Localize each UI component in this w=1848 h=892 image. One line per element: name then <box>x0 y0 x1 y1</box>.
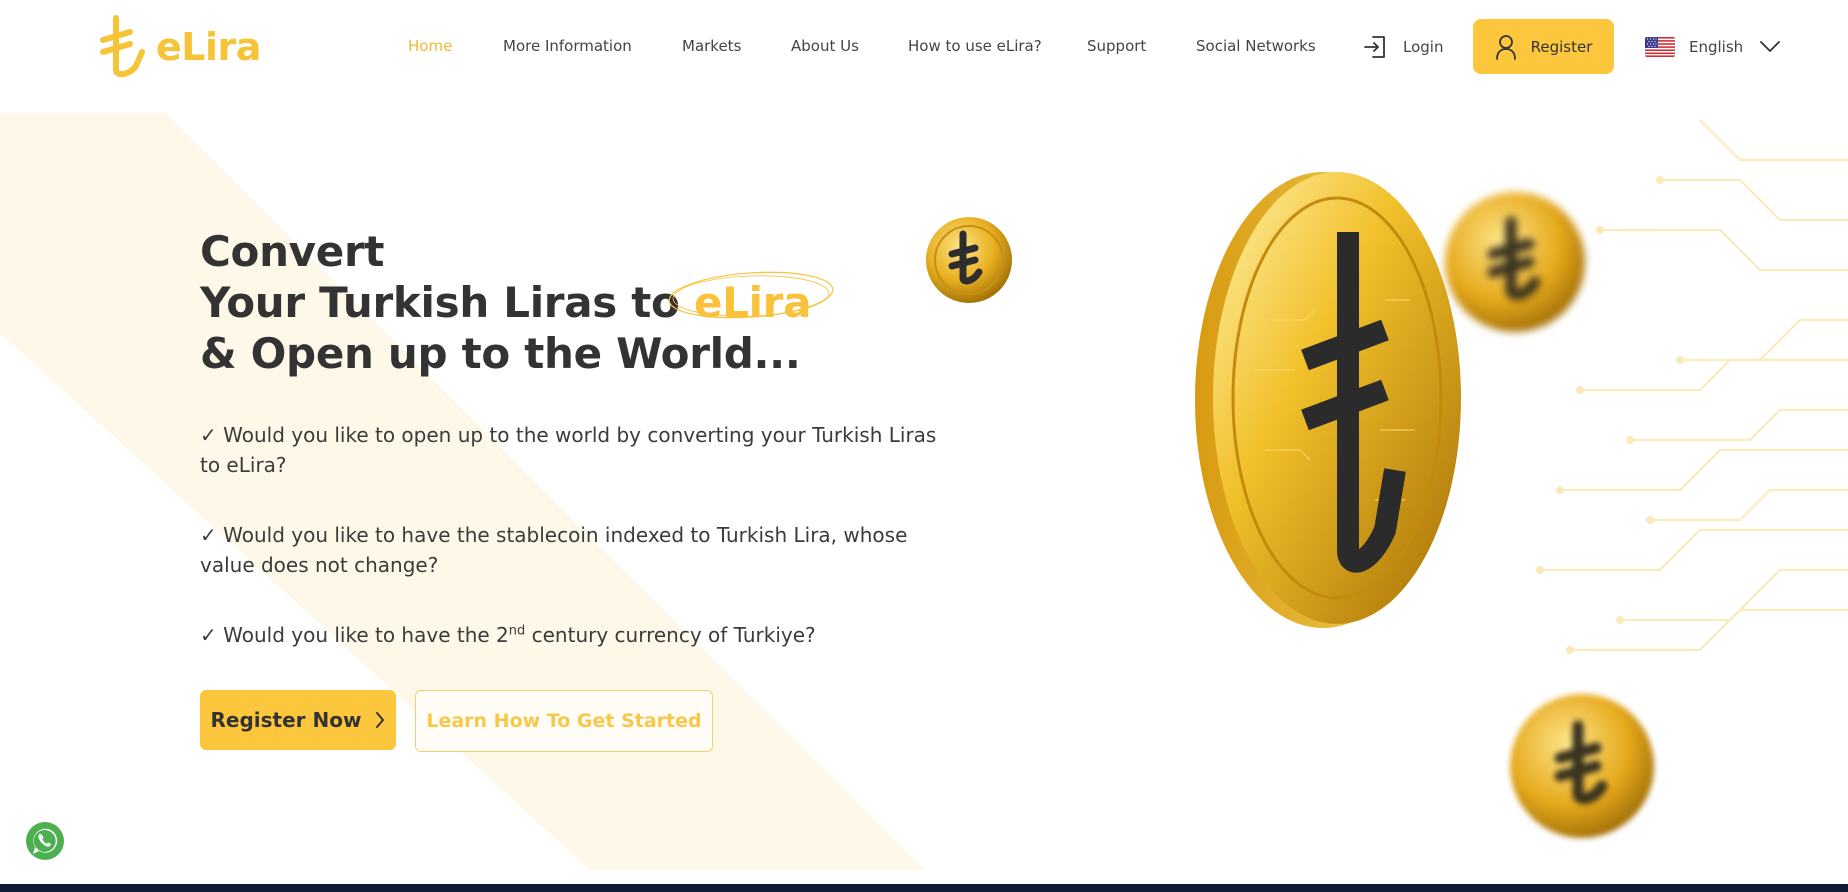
bullet-item: ✓ Would you like to open up to the world… <box>200 423 937 477</box>
bullet-item: ✓ Would you like to have the 2nd century… <box>200 620 940 650</box>
register-button[interactable]: Register <box>1473 19 1614 74</box>
highlight-text: eLira <box>693 278 812 327</box>
nav-home[interactable]: Home <box>408 37 452 55</box>
register-now-button[interactable]: Register Now <box>200 690 396 750</box>
login-icon <box>1363 34 1389 60</box>
user-icon <box>1495 34 1517 60</box>
nav-more-information[interactable]: More Information <box>503 37 632 55</box>
hero-title-highlight: eLira <box>668 271 834 328</box>
login-link[interactable]: Login <box>1363 32 1443 62</box>
lira-coin-icon <box>1445 192 1585 332</box>
page: eLira Home More Information Markets Abou… <box>0 0 1848 892</box>
language-selector[interactable]: English <box>1645 32 1781 62</box>
footer-bar <box>0 884 1848 892</box>
bullet3-sup: nd <box>508 623 526 639</box>
hero-title-line2: Your Turkish Liras to eLira <box>200 271 834 328</box>
lira-coin-icon <box>926 217 1012 303</box>
hero-title: Convert Your Turkish Liras to eLira & Op… <box>200 226 834 379</box>
hero-title-line2-prefix: Your Turkish Liras to <box>200 278 694 327</box>
register-label: Register <box>1530 37 1593 56</box>
nav-markets[interactable]: Markets <box>682 37 741 55</box>
lira-coin-icon <box>1195 172 1461 628</box>
learn-how-label: Learn How To Get Started <box>426 710 702 732</box>
bullet3-suffix: century currency of Turkiye? <box>525 623 816 647</box>
chevron-down-icon <box>1759 40 1781 54</box>
chevron-right-icon <box>375 711 385 729</box>
nav-about-us[interactable]: About Us <box>791 37 859 55</box>
nav-social-networks[interactable]: Social Networks <box>1196 37 1316 55</box>
us-flag-icon <box>1645 37 1675 57</box>
language-label: English <box>1689 38 1744 56</box>
nav-how-to-use[interactable]: How to use eLira? <box>908 37 1042 55</box>
nav-support[interactable]: Support <box>1087 37 1146 55</box>
learn-how-button[interactable]: Learn How To Get Started <box>415 690 713 752</box>
hero-title-line1: Convert <box>200 227 385 276</box>
lira-coin-icon <box>1510 694 1654 838</box>
register-now-label: Register Now <box>210 708 362 732</box>
hero-title-line3: & Open up to the World... <box>200 329 801 378</box>
bullet3-prefix: ✓ Would you like to have the 2 <box>200 623 509 647</box>
bullet-item: ✓ Would you like to have the stablecoin … <box>200 523 908 577</box>
header: eLira Home More Information Markets Abou… <box>0 0 1848 95</box>
login-label: Login <box>1403 38 1444 56</box>
whatsapp-icon[interactable] <box>25 821 65 861</box>
